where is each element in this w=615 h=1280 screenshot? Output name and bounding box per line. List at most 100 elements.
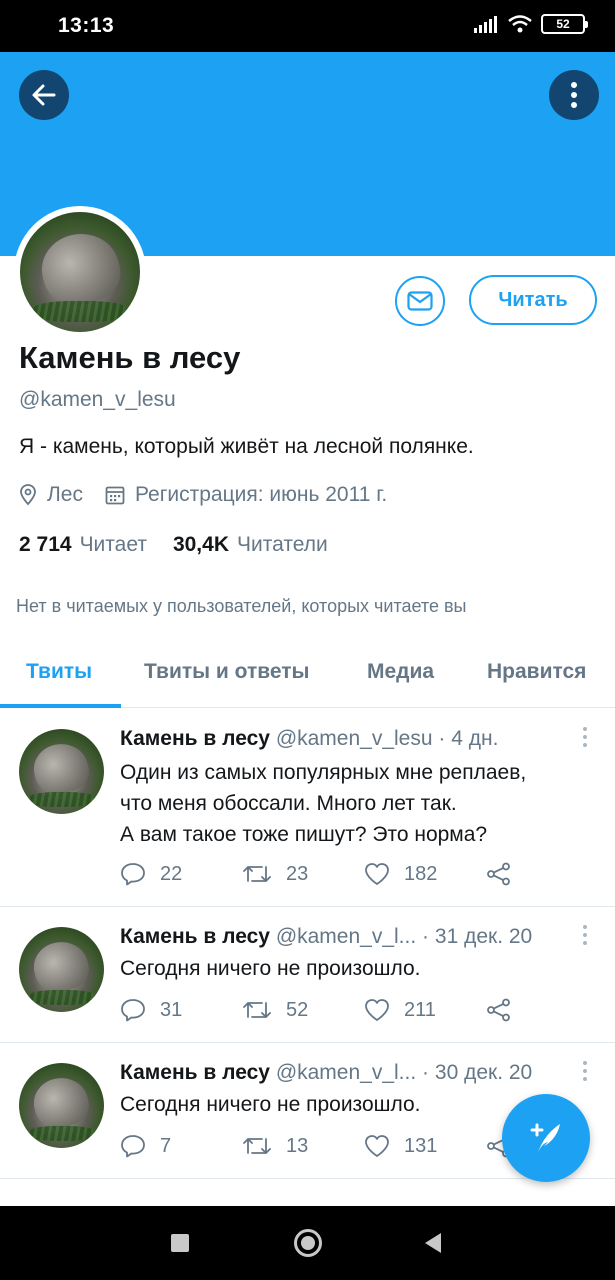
no-mutual-followers-note: Нет в читаемых у пользователей, которых … (16, 596, 467, 616)
tweet-avatar[interactable] (19, 1063, 104, 1148)
retweet-icon (243, 1138, 271, 1154)
followers-link[interactable]: 30,4K Читатели (173, 533, 328, 557)
location-text: Лес (47, 483, 83, 506)
like-button[interactable]: 211 (364, 998, 486, 1022)
tweet-item[interactable]: Камень в лесу @kamen_v_l... · 31 дек. 20… (0, 907, 615, 1043)
system-navigation-bar (0, 1206, 615, 1280)
location-icon (20, 484, 36, 506)
tweet-date: 30 дек. 20 (434, 1061, 533, 1084)
like-count: 182 (404, 862, 438, 885)
tweet-actions: 31 52 211 (120, 998, 608, 1022)
reply-icon (121, 1135, 145, 1158)
reply-button[interactable]: 31 (120, 998, 242, 1022)
more-options-button[interactable] (549, 70, 599, 120)
profile-handle: @kamen_v_lesu (19, 388, 176, 411)
tweet-item[interactable]: Камень в лесу @kamen_v_lesu · 4 дн. Один… (0, 709, 615, 907)
status-icons: 52 (473, 14, 588, 34)
like-icon (365, 999, 389, 1021)
tweet-avatar[interactable] (19, 729, 104, 814)
like-button[interactable]: 131 (364, 1134, 486, 1158)
tweet-author-name: Камень в лесу (120, 925, 270, 948)
share-icon (487, 862, 510, 886)
tweet-author-name: Камень в лесу (120, 727, 270, 750)
system-back-button[interactable] (425, 1233, 441, 1253)
calendar-icon (105, 486, 125, 505)
share-button[interactable] (486, 998, 608, 1022)
tweet-text: Сегодня ничего не произошло. (120, 953, 420, 984)
followers-label: Читатели (237, 533, 328, 556)
mail-icon (407, 291, 433, 311)
location-item: Лес (19, 483, 83, 507)
reply-count: 7 (160, 1134, 172, 1157)
like-icon (365, 863, 389, 885)
back-arrow-icon (32, 84, 56, 106)
status-time: 13:13 (58, 14, 115, 37)
tweet-separator: · (438, 727, 446, 750)
reply-count: 22 (160, 862, 183, 885)
tweet-text-line: Сегодня ничего не произошло. (120, 957, 421, 980)
following-label: Читает (79, 533, 147, 556)
like-count: 211 (404, 998, 436, 1021)
tweet-header: Камень в лесу @kamen_v_l... · 31 дек. 20 (120, 925, 575, 949)
compose-icon (530, 1123, 560, 1152)
tweet-text: Сегодня ничего не произошло. (120, 1089, 420, 1120)
following-link[interactable]: 2 714 Читает (19, 533, 147, 557)
profile-avatar[interactable] (14, 206, 146, 338)
message-button[interactable] (395, 276, 445, 326)
tab-tweets-and-replies[interactable]: Твиты и ответы (144, 660, 310, 684)
retweet-count: 23 (286, 862, 309, 885)
recent-apps-button[interactable] (171, 1234, 189, 1252)
status-bar: 13:13 52 (0, 0, 615, 52)
retweet-button[interactable]: 13 (242, 1135, 364, 1158)
follow-button[interactable]: Читать (469, 275, 597, 325)
tweet-more-button[interactable] (583, 727, 589, 747)
like-count: 131 (404, 1134, 438, 1157)
reply-icon (121, 999, 145, 1022)
like-button[interactable]: 182 (364, 862, 486, 886)
tab-tweets[interactable]: Твиты (26, 660, 92, 684)
tweet-separator: · (422, 1061, 430, 1084)
reply-button[interactable]: 22 (120, 862, 242, 886)
tab-likes[interactable]: Нравится (487, 660, 586, 684)
like-icon (365, 1135, 389, 1157)
profile-display-name: Камень в лесу (19, 340, 241, 375)
tweet-more-button[interactable] (583, 1061, 589, 1081)
follow-counts: 2 714 Читает 30,4K Читатели (19, 533, 328, 557)
retweet-button[interactable]: 23 (242, 863, 364, 886)
tweet-more-button[interactable] (583, 925, 589, 945)
stone-avatar-image (20, 212, 140, 332)
reply-button[interactable]: 7 (120, 1134, 242, 1158)
joined-item: Регистрация: июнь 2011 г. (105, 483, 387, 507)
tweet-header: Камень в лесу @kamen_v_l... · 30 дек. 20 (120, 1061, 575, 1085)
tweet-header: Камень в лесу @kamen_v_lesu · 4 дн. (120, 727, 575, 751)
signal-icon (474, 16, 497, 33)
reply-icon (121, 863, 145, 886)
tweet-date: 31 дек. 20 (434, 925, 533, 948)
share-icon (487, 998, 510, 1022)
tweet-separator: · (422, 925, 430, 948)
battery-indicator: 52 (541, 14, 588, 34)
retweet-count: 52 (286, 998, 309, 1021)
profile-tabs: Твиты Твиты и ответы Медиа Нравится (0, 636, 615, 708)
tweet-text-line: А вам такое тоже пишут? Это норма? (120, 823, 488, 846)
compose-tweet-button[interactable] (502, 1094, 590, 1182)
tweet-text: Один из самых популярных мне реплаев, чт… (120, 757, 526, 850)
reply-count: 31 (160, 998, 183, 1021)
tweet-author-name: Камень в лесу (120, 1061, 270, 1084)
tweet-author-handle: @kamen_v_l... (275, 1061, 417, 1084)
retweet-icon (243, 866, 271, 882)
active-tab-indicator (0, 704, 121, 708)
battery-level: 52 (556, 17, 570, 31)
retweet-button[interactable]: 52 (242, 999, 364, 1022)
tab-media[interactable]: Медиа (367, 660, 434, 684)
profile-meta: Лес Регистрация: июнь 2011 г. (19, 483, 387, 507)
home-button[interactable] (294, 1229, 322, 1257)
tweet-author-handle: @kamen_v_l... (275, 925, 417, 948)
retweet-icon (243, 1002, 271, 1018)
back-button[interactable] (19, 70, 69, 120)
share-button[interactable] (486, 862, 608, 886)
tweet-actions: 22 23 182 (120, 862, 608, 886)
tweet-date: 4 дн. (451, 727, 499, 750)
tweet-avatar[interactable] (19, 927, 104, 1012)
more-vertical-icon (571, 82, 577, 108)
